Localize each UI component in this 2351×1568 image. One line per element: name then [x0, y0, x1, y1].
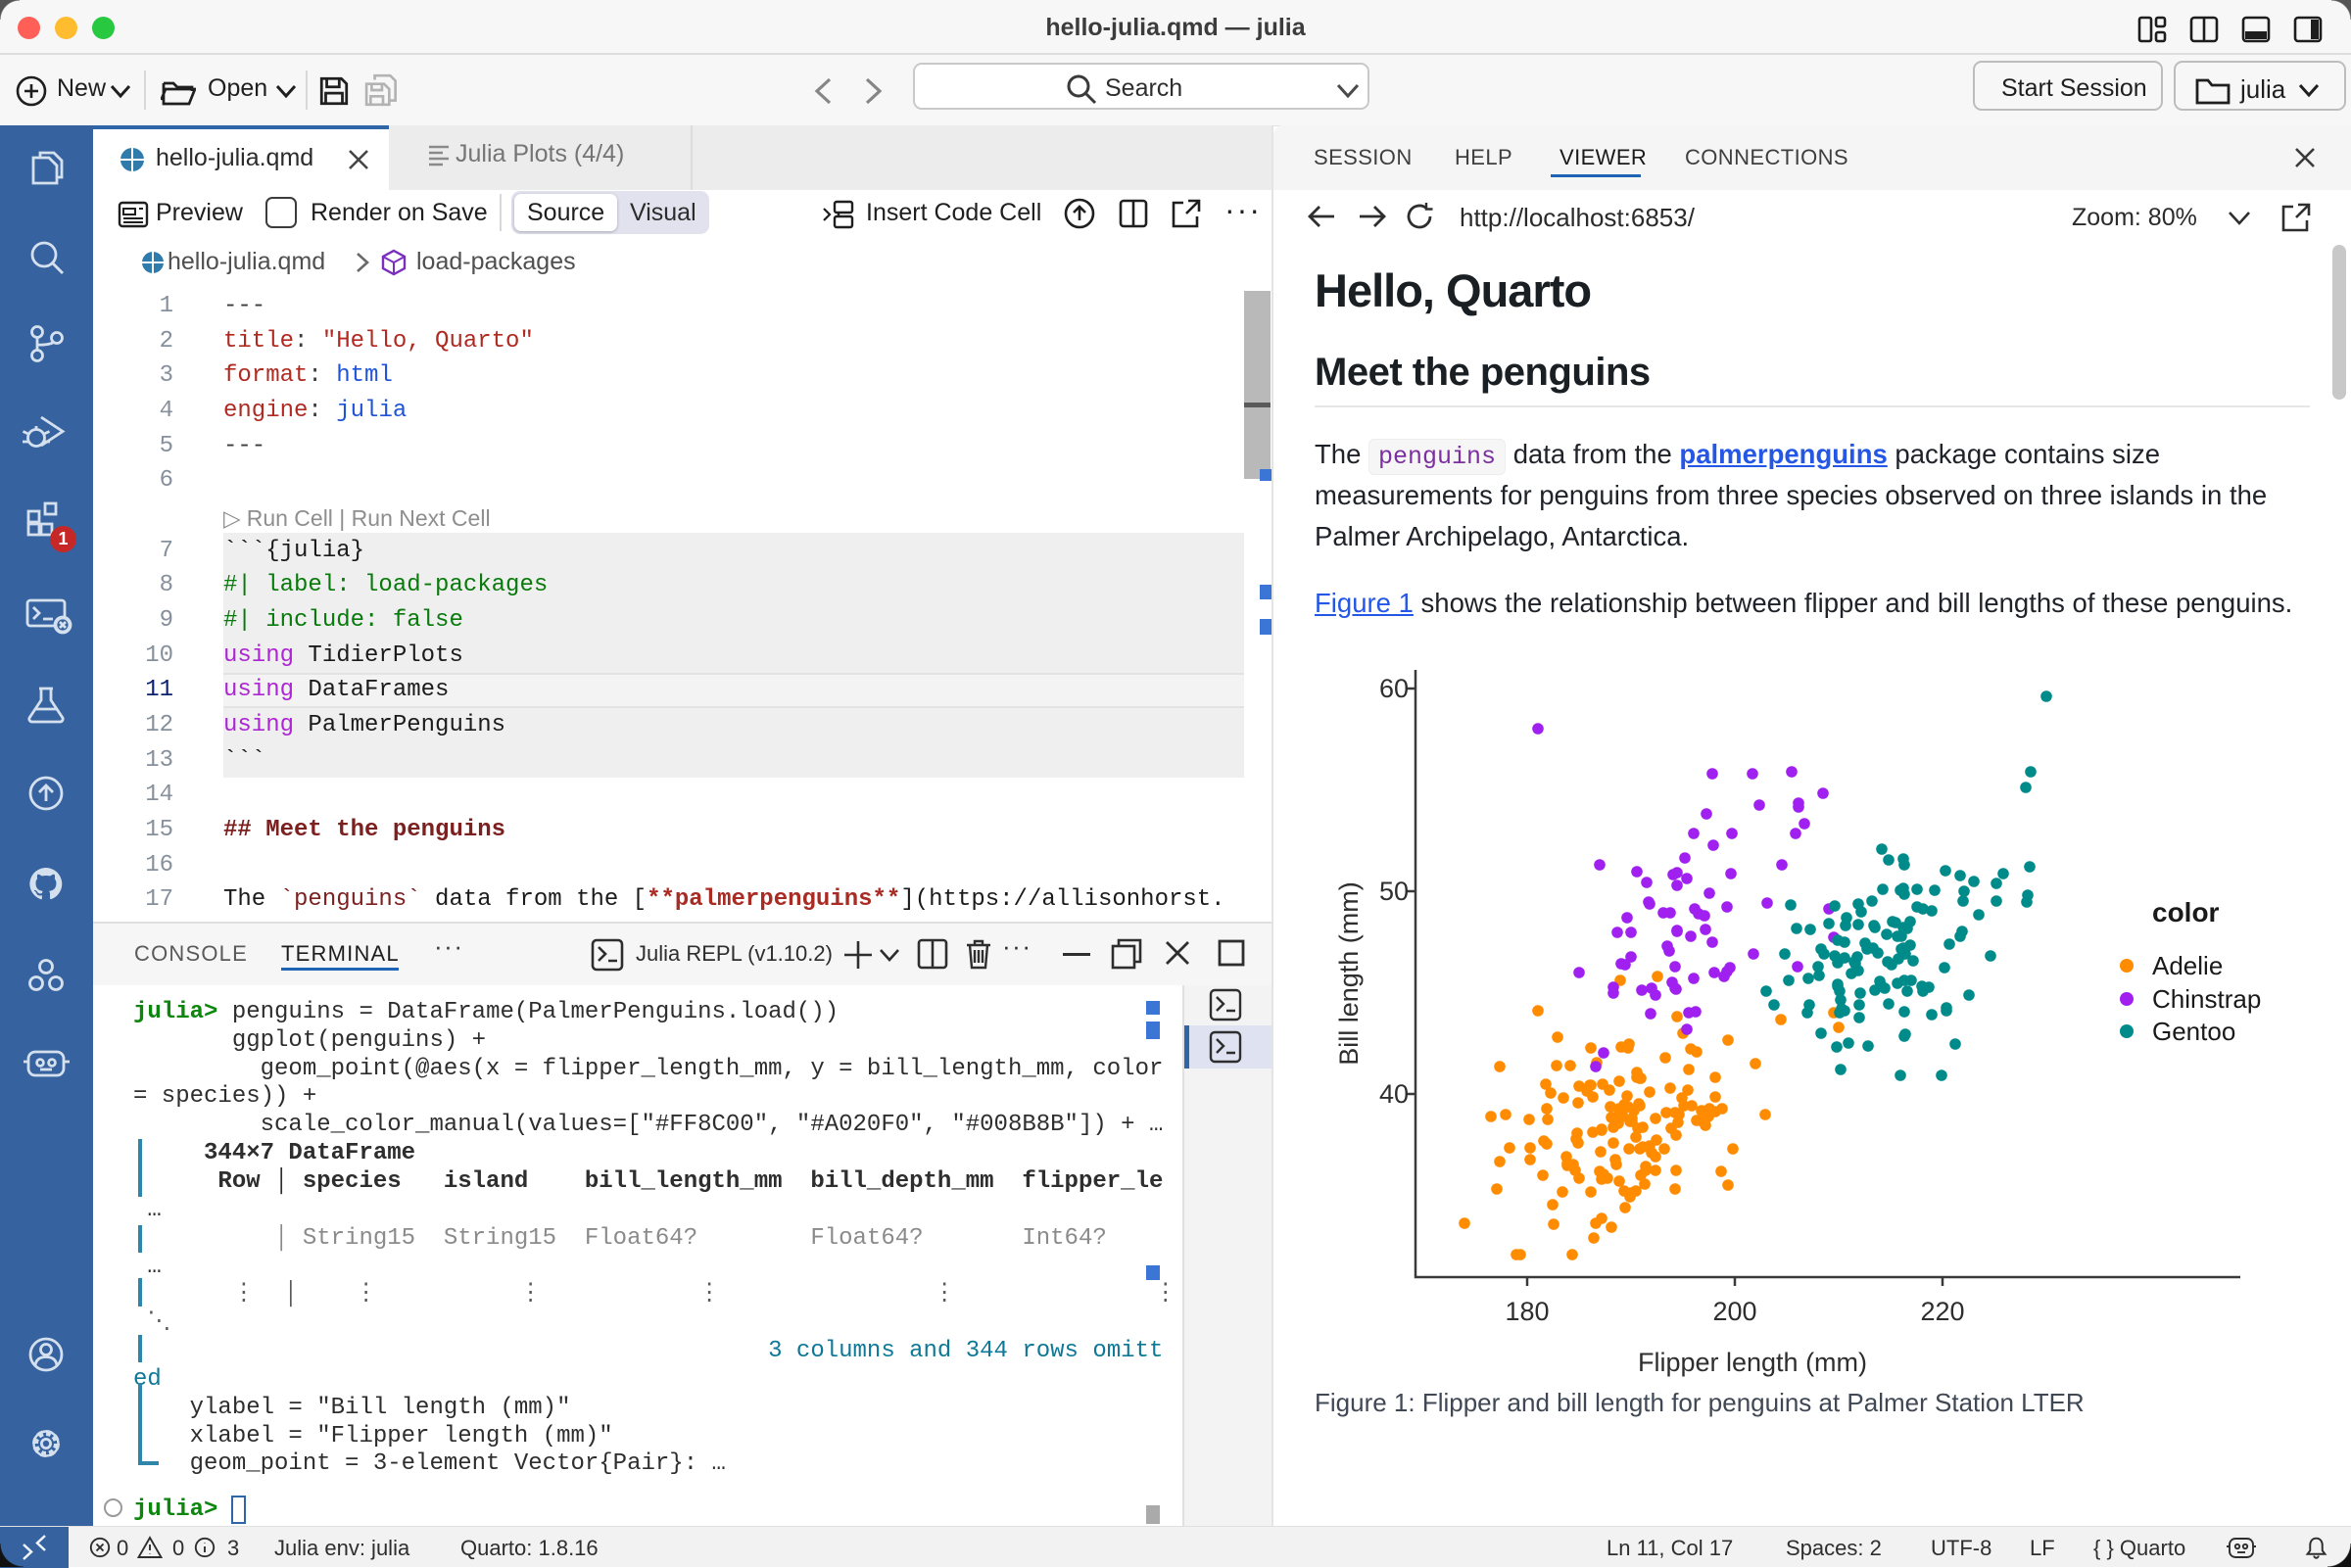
svg-text:60: 60 — [1379, 674, 1409, 703]
svg-text:180: 180 — [1505, 1297, 1549, 1326]
svg-text:Chinstrap: Chinstrap — [2152, 984, 2261, 1014]
svg-text:Flipper length (mm): Flipper length (mm) — [1638, 1348, 1867, 1377]
svg-text:50: 50 — [1379, 877, 1409, 906]
svg-text:Bill length (mm): Bill length (mm) — [1334, 881, 1364, 1066]
svg-text:220: 220 — [1920, 1297, 1964, 1326]
svg-text:40: 40 — [1379, 1079, 1409, 1109]
svg-text:color: color — [2152, 897, 2220, 927]
svg-text:Gentoo: Gentoo — [2152, 1017, 2235, 1046]
svg-text:Adelie: Adelie — [2152, 951, 2223, 980]
svg-text:200: 200 — [1712, 1297, 1756, 1326]
